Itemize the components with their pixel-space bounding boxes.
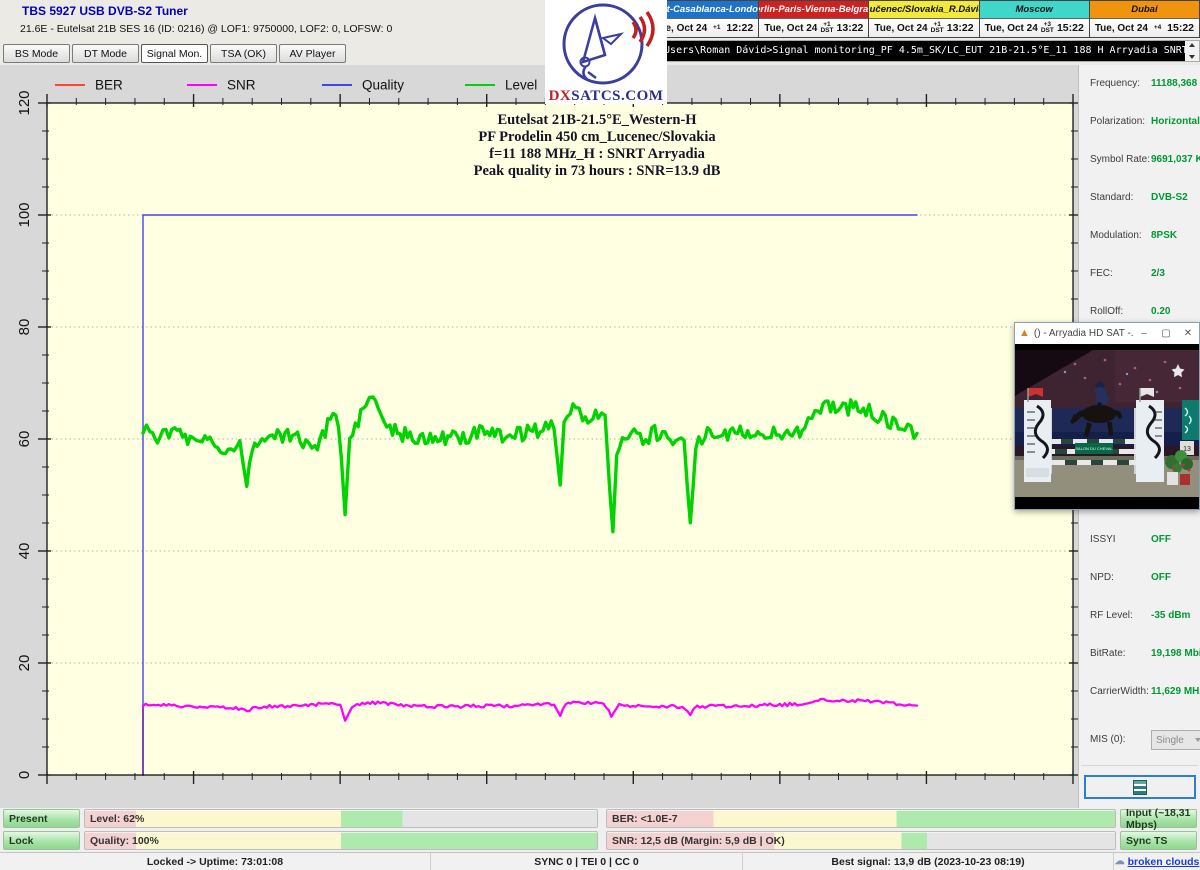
tbs-tuner-window: TBS 5927 USB DVB-S2 Tuner 21.6E - Eutels… (0, 0, 1200, 870)
signal-monitor-chart: 0 20 40 60 80 100 120 BER SNR Quality Level Eutelsa… (0, 65, 1078, 808)
clock-date: Tue, Oct 24 (1095, 23, 1148, 34)
clock-city-label: Dubai (1090, 1, 1199, 19)
input-badge: Input (~18,31 Mbps) (1120, 809, 1197, 828)
clock-time: 15:22 (1057, 22, 1084, 34)
clock-dubai: Dubai Tue, Oct 24 +4 15:22 (1089, 1, 1199, 37)
param-standard: Standard:DVB-S2 (1090, 192, 1194, 208)
svg-text:SNR: SNR (227, 78, 256, 93)
snr-meter: SNR: 12,5 dB (Margin: 5,9 dB | OK) (606, 831, 1116, 850)
clock-city-label: Lučenec/Slovakia_R.Dávid (869, 1, 978, 19)
sync-ts-badge: Sync TS (1120, 831, 1197, 850)
sidebar-divider (1081, 765, 1198, 766)
svg-text:Peak quality in 73 hours : SNR: Peak quality in 73 hours : SNR=13.9 dB (474, 163, 721, 179)
clock-time: 13:22 (947, 22, 974, 34)
vlc-window: ▲ () - Arryadia HD SAT -... – ▢ ✕ (1014, 322, 1200, 510)
clock-time: 12:22 (726, 22, 753, 34)
scroll-down-icon[interactable] (1189, 55, 1195, 59)
status-bar: Locked -> Uptime: 73:01:08 SYNC 0 | TEI … (0, 852, 1200, 870)
svg-text:Eutelsat 21B-21.5°E_Western-H: Eutelsat 21B-21.5°E_Western-H (497, 112, 697, 128)
vlc-titlebar[interactable]: ▲ () - Arryadia HD SAT -... – ▢ ✕ (1015, 323, 1199, 344)
status-counters: SYNC 0 | TEI 0 | CC 0 (430, 853, 742, 870)
logo-wordmark: DXSATCS.COM (545, 88, 667, 105)
close-button[interactable]: ✕ (1177, 328, 1199, 339)
tab-tsa[interactable]: TSA (OK) (210, 44, 277, 63)
param-rolloff: RollOff:0.20 (1090, 306, 1194, 322)
param-issyi: ISSYIOFF (1090, 534, 1194, 550)
clock-berlin: Berlin-Paris-Vienna-Belgrade Tue, Oct 24… (758, 1, 868, 37)
svg-text:Quality: Quality (362, 78, 404, 93)
tab-signal-mon[interactable]: Signal Mon. (141, 44, 208, 63)
clock-date: Tue, Oct 24 (874, 23, 927, 34)
transponder-info: 21.6E - Eutelsat 21B SES 16 (ID: 0216) @… (20, 23, 392, 35)
scroll-up-icon[interactable] (1189, 43, 1195, 47)
signal-chart-canvas: 0 20 40 60 80 100 120 BER SNR Quality Level Eutelsa… (0, 65, 1078, 808)
svg-text:40: 40 (16, 543, 33, 560)
chevron-down-icon (1195, 738, 1200, 742)
clock-date: Tue, Oct 24 (764, 23, 817, 34)
tab-bs-mode[interactable]: BS Mode (3, 44, 70, 63)
present-badge: Present (3, 809, 80, 828)
jump-sign-text: SALON DU CHEVAL (1075, 446, 1113, 451)
clock-city-label: Moscow (980, 1, 1089, 19)
status-uptime: Locked -> Uptime: 73:01:08 (0, 853, 430, 870)
lock-badge: Lock (3, 831, 80, 850)
maximize-button[interactable]: ▢ (1155, 328, 1177, 339)
service-list-icon (1133, 780, 1147, 795)
param-polarization: Polarization:Horizontal (1090, 116, 1194, 132)
clock-time: 13:22 (837, 22, 864, 34)
clock-date: Tue, Oct 24 (985, 23, 1038, 34)
command-prompt-text[interactable]: :\Users\Roman Dávid>Signal monitoring_PF… (649, 41, 1185, 61)
clock-city-label: Berlin-Paris-Vienna-Belgrade (759, 1, 868, 19)
clock-time: 15:22 (1167, 22, 1194, 34)
param-carrier-width: CarrierWidth:11,629 MHz (1090, 686, 1194, 702)
svg-text:f=11 188 MHz_H : SNRT Arryadia: f=11 188 MHz_H : SNRT Arryadia (489, 146, 705, 162)
terminal-scrollbar[interactable] (1185, 41, 1199, 61)
svg-text:120: 120 (16, 90, 33, 115)
ber-meter: BER: <1.0E-7 (606, 809, 1116, 828)
param-modulation: Modulation:8PSK (1090, 230, 1194, 246)
param-bitrate: BitRate:19,198 Mbit/s (1090, 648, 1194, 664)
svg-text:80: 80 (16, 319, 33, 336)
param-mis: MIS (0): Single (1090, 734, 1194, 750)
tab-dt-mode[interactable]: DT Mode (72, 44, 139, 63)
level-meter: Level: 62% (84, 809, 598, 828)
svg-text:PF Prodelin 450 cm_Lucenec/Slo: PF Prodelin 450 cm_Lucenec/Slovakia (478, 129, 716, 145)
vlc-video-frame: SALON DU CHEVAL 13 (1015, 344, 1199, 509)
dxsatcs-logo: DXSATCS.COM (545, 0, 667, 104)
svg-text:Level: Level (505, 78, 537, 93)
param-frequency: Frequency:11188,368 MHz (1090, 78, 1194, 94)
service-list-button[interactable] (1084, 775, 1196, 799)
cloud-icon: ☁ (1115, 856, 1125, 867)
weather-link[interactable]: broken clouds (1128, 856, 1200, 868)
status-weather: ☁ broken clouds (1113, 853, 1200, 870)
vlc-window-title: () - Arryadia HD SAT -... (1034, 328, 1133, 339)
svg-text:0: 0 (16, 771, 33, 779)
signal-meters: Present Level: 62% Lock Quality: 100% BE… (0, 808, 1200, 852)
param-fec: FEC:2/3 (1090, 268, 1194, 284)
svg-text:20: 20 (16, 655, 33, 672)
satellite-dish-icon (545, 0, 667, 86)
minimize-button[interactable]: – (1133, 328, 1155, 339)
svg-text:BER: BER (95, 78, 123, 93)
status-best-signal: Best signal: 13,9 dB (2023-10-23 08:19) (742, 853, 1113, 870)
clock-moscow: Moscow Tue, Oct 24 +3DST 15:22 (979, 1, 1089, 37)
param-symbol-rate: Symbol Rate:9691,037 KS/s (1090, 154, 1194, 170)
tab-av-player[interactable]: AV Player (279, 44, 346, 63)
app-title: TBS 5927 USB DVB-S2 Tuner (22, 4, 188, 18)
param-rf-level: RF Level:-35 dBm (1090, 610, 1194, 626)
clock-lucenec: Lučenec/Slovakia_R.Dávid Tue, Oct 24 +1D… (868, 1, 978, 37)
command-prompt[interactable]: :\Users\Roman Dávid>Signal monitoring_PF… (648, 40, 1200, 62)
world-clocks: Rabat-Casablanca-London Tue, Oct 24 +1 1… (648, 0, 1200, 38)
svg-text:100: 100 (16, 202, 33, 227)
param-npd: NPD:OFF (1090, 572, 1194, 588)
svg-text:60: 60 (16, 431, 33, 448)
mis-dropdown[interactable]: Single (1151, 730, 1200, 750)
vlc-cone-icon: ▲ (1019, 328, 1030, 339)
quality-meter: Quality: 100% (84, 831, 598, 850)
